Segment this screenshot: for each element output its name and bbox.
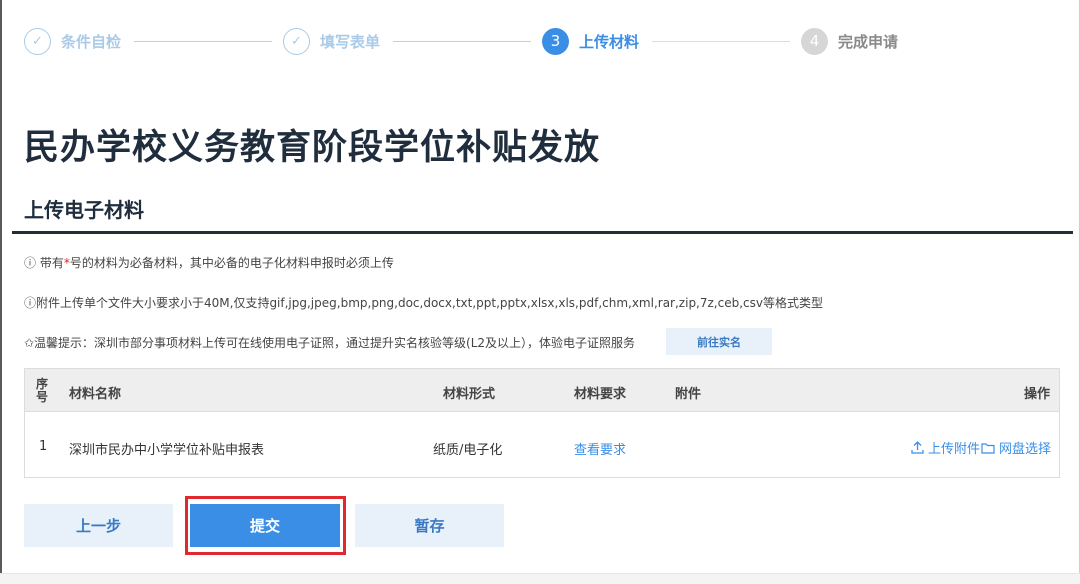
table-header: 序号 材料名称 材料形式 材料要求 附件 操作	[25, 369, 1059, 412]
header-operation: 操作	[1024, 387, 1051, 402]
step-connector	[134, 41, 272, 42]
section-divider	[12, 231, 1073, 234]
materials-table: 序号 材料名称 材料形式 材料要求 附件 操作 1 深圳市民办中小学学位补贴申报…	[24, 368, 1060, 478]
header-attachment: 附件	[675, 387, 702, 402]
progress-stepper: ✓ 条件自检 ✓ 填写表单 3 上传材料 4 完成申请	[24, 27, 1064, 55]
required-note: ⓘ 带有*号的材料为必备材料，其中必备的电子化材料申报时必须上传	[24, 256, 394, 270]
step-label: 上传材料	[579, 32, 640, 51]
step-connector	[652, 41, 790, 42]
step-upload-materials[interactable]: 3 上传材料	[542, 27, 639, 55]
step-connector	[393, 41, 531, 42]
step-number: 4	[801, 27, 828, 55]
check-icon: ✓	[24, 27, 51, 55]
header-seq: 序号	[35, 377, 48, 404]
folder-icon	[981, 442, 995, 454]
save-draft-button[interactable]: 暂存	[355, 504, 504, 547]
cloud-disk-select-button[interactable]: 网盘选择	[981, 438, 1051, 457]
view-requirement-link[interactable]: 查看要求	[574, 439, 626, 458]
step-fill-form[interactable]: ✓ 填写表单	[283, 27, 380, 55]
step-label: 条件自检	[61, 32, 122, 51]
step-label: 填写表单	[320, 32, 381, 51]
step-complete: 4 完成申请	[801, 27, 898, 55]
goto-real-name-button[interactable]: 前往实名	[666, 328, 772, 355]
tip-note: ✩温馨提示：深圳市部分事项材料上传可在线使用电子证照，通过提升实名核验等级(L2…	[24, 336, 636, 350]
header-form: 材料形式	[443, 387, 496, 402]
section-title: 上传电子材料	[24, 198, 144, 222]
row-material-form: 纸质/电子化	[433, 443, 503, 458]
submit-highlight-box	[185, 496, 346, 555]
format-note: ⓘ附件上传单个文件大小要求小于40M,仅支持gif,jpg,jpeg,bmp,p…	[24, 296, 823, 310]
previous-step-button[interactable]: 上一步	[24, 504, 173, 547]
step-label: 完成申请	[838, 32, 899, 51]
check-icon: ✓	[283, 27, 310, 55]
header-requirement: 材料要求	[574, 387, 627, 402]
page-title: 民办学校义务教育阶段学位补贴发放	[24, 128, 601, 168]
step-condition-check[interactable]: ✓ 条件自检	[24, 27, 121, 55]
header-name: 材料名称	[69, 387, 122, 402]
bottom-strip	[0, 573, 1080, 584]
row-seq: 1	[39, 439, 48, 454]
step-number: 3	[542, 27, 569, 55]
upload-attachment-button[interactable]: 上传附件	[911, 438, 980, 457]
upload-icon	[911, 441, 924, 454]
window-left-border	[0, 0, 2, 584]
row-material-name: 深圳市民办中小学学位补贴申报表	[69, 443, 265, 458]
